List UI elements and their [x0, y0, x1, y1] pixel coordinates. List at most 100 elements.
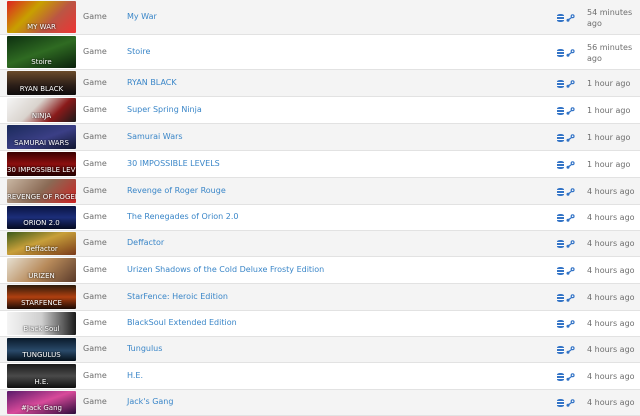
thumbnail-label: STARFENCE [21, 299, 62, 307]
updated-time: 54 minutes ago [587, 8, 633, 28]
row-icons [557, 319, 577, 329]
game-title-link[interactable]: Super Spring Ninja [127, 105, 202, 114]
row-icons [557, 187, 577, 197]
app-type: Game [83, 159, 107, 168]
steam-icon[interactable] [566, 188, 575, 196]
list-item: H.E. Game H.E. 4 hours ago [0, 363, 640, 390]
app-type: Game [83, 132, 107, 141]
database-icon[interactable] [557, 267, 564, 275]
steam-icon[interactable] [566, 399, 575, 407]
game-title-link[interactable]: Tungulus [127, 344, 162, 353]
steam-icon[interactable] [566, 161, 575, 169]
database-icon[interactable] [557, 49, 564, 57]
game-thumbnail[interactable]: MY WAR [7, 1, 76, 33]
game-title-link[interactable]: H.E. [127, 371, 143, 380]
database-icon[interactable] [557, 320, 564, 328]
thumbnail-label: REVENGE OF ROGER ROUGE [7, 193, 76, 201]
app-type: Game [83, 47, 107, 56]
thumbnail-label: URIZEN [28, 272, 55, 280]
game-title-link[interactable]: Revenge of Roger Rouge [127, 186, 226, 195]
app-type: Game [83, 397, 107, 406]
database-icon[interactable] [557, 399, 564, 407]
game-title-link[interactable]: Deffactor [127, 238, 164, 247]
game-thumbnail[interactable]: REVENGE OF ROGER ROUGE [7, 179, 76, 203]
database-icon[interactable] [557, 134, 564, 142]
game-title-link[interactable]: Jack's Gang [127, 397, 173, 406]
steam-icon[interactable] [566, 214, 575, 222]
list-item: RYAN BLACK Game RYAN BLACK 1 hour ago [0, 70, 640, 97]
game-title-link[interactable]: Urizen Shadows of the Cold Deluxe Frosty… [127, 265, 324, 274]
list-item: #Jack Gang Game Jack's Gang 4 hours ago [0, 390, 640, 416]
steam-icon[interactable] [566, 267, 575, 275]
steam-icon[interactable] [566, 320, 575, 328]
list-item: SAMURAI WARS Game Samurai Wars 1 hour ag… [0, 124, 640, 151]
app-type: Game [83, 105, 107, 114]
game-thumbnail[interactable]: STARFENCE [7, 285, 76, 309]
game-title-link[interactable]: BlackSoul Extended Edition [127, 318, 237, 327]
thumbnail-label: Black Soul [23, 325, 60, 333]
row-icons [557, 213, 577, 223]
game-thumbnail[interactable]: TUNGULUS [7, 338, 76, 361]
app-type: Game [83, 292, 107, 301]
steam-icon[interactable] [566, 14, 575, 22]
thumbnail-label: Stoire [31, 58, 52, 66]
game-title-link[interactable]: RYAN BLACK [127, 78, 177, 87]
game-title-link[interactable]: StarFence: Heroic Edition [127, 292, 228, 301]
game-thumbnail[interactable]: H.E. [7, 364, 76, 388]
game-title-link[interactable]: The Renegades of Orion 2.0 [127, 212, 239, 221]
steam-icon[interactable] [566, 49, 575, 57]
app-type: Game [83, 265, 107, 274]
thumbnail-label: ORION 2.0 [23, 219, 60, 227]
thumbnail-label: RYAN BLACK [19, 85, 64, 93]
database-icon[interactable] [557, 80, 564, 88]
game-title-link[interactable]: My War [127, 12, 157, 21]
updated-time: 1 hour ago [587, 106, 631, 115]
game-thumbnail[interactable]: ORION 2.0 [7, 206, 76, 229]
app-type: Game [83, 186, 107, 195]
game-thumbnail[interactable]: 30 IMPOSSIBLE LEVELS [7, 152, 76, 176]
database-icon[interactable] [557, 161, 564, 169]
steam-icon[interactable] [566, 107, 575, 115]
game-thumbnail[interactable]: Black Soul [7, 312, 76, 335]
steam-icon[interactable] [566, 80, 575, 88]
updated-time: 1 hour ago [587, 133, 631, 142]
steam-icon[interactable] [566, 346, 575, 354]
steam-icon[interactable] [566, 373, 575, 381]
steam-icon[interactable] [566, 240, 575, 248]
list-item: Stoire Game Stoire 56 minutes ago [0, 35, 640, 70]
list-item: URIZEN Game Urizen Shadows of the Cold D… [0, 257, 640, 284]
row-icons [557, 266, 577, 276]
game-thumbnail[interactable]: SAMURAI WARS [7, 125, 76, 149]
row-icons [557, 372, 577, 382]
list-item: REVENGE OF ROGER ROUGE Game Revenge of R… [0, 178, 640, 205]
database-icon[interactable] [557, 346, 564, 354]
steam-icon[interactable] [566, 134, 575, 142]
database-icon[interactable] [557, 214, 564, 222]
game-thumbnail[interactable]: RYAN BLACK [7, 71, 76, 95]
database-icon[interactable] [557, 188, 564, 196]
list-item: 30 IMPOSSIBLE LEVELS Game 30 IMPOSSIBLE … [0, 151, 640, 178]
row-icons [557, 48, 577, 58]
game-thumbnail[interactable]: #Jack Gang [7, 391, 76, 414]
row-icons [557, 239, 577, 249]
game-title-link[interactable]: 30 IMPOSSIBLE LEVELS [127, 159, 220, 168]
game-title-link[interactable]: Stoire [127, 47, 150, 56]
game-thumbnail[interactable]: URIZEN [7, 258, 76, 282]
app-type: Game [83, 78, 107, 87]
thumbnail-label: SAMURAI WARS [14, 139, 69, 147]
database-icon[interactable] [557, 294, 564, 302]
database-icon[interactable] [557, 373, 564, 381]
updated-time: 4 hours ago [587, 213, 635, 222]
thumbnail-label: H.E. [34, 378, 49, 386]
database-icon[interactable] [557, 240, 564, 248]
thumbnail-label: Deffactor [25, 245, 58, 253]
game-title-link[interactable]: Samurai Wars [127, 132, 183, 141]
game-thumbnail[interactable]: Stoire [7, 36, 76, 68]
database-icon[interactable] [557, 107, 564, 115]
game-thumbnail[interactable]: NINJA [7, 98, 76, 122]
database-icon[interactable] [557, 14, 564, 22]
row-icons [557, 13, 577, 23]
thumbnail-label: MY WAR [27, 23, 56, 31]
game-thumbnail[interactable]: Deffactor [7, 232, 76, 255]
steam-icon[interactable] [566, 294, 575, 302]
